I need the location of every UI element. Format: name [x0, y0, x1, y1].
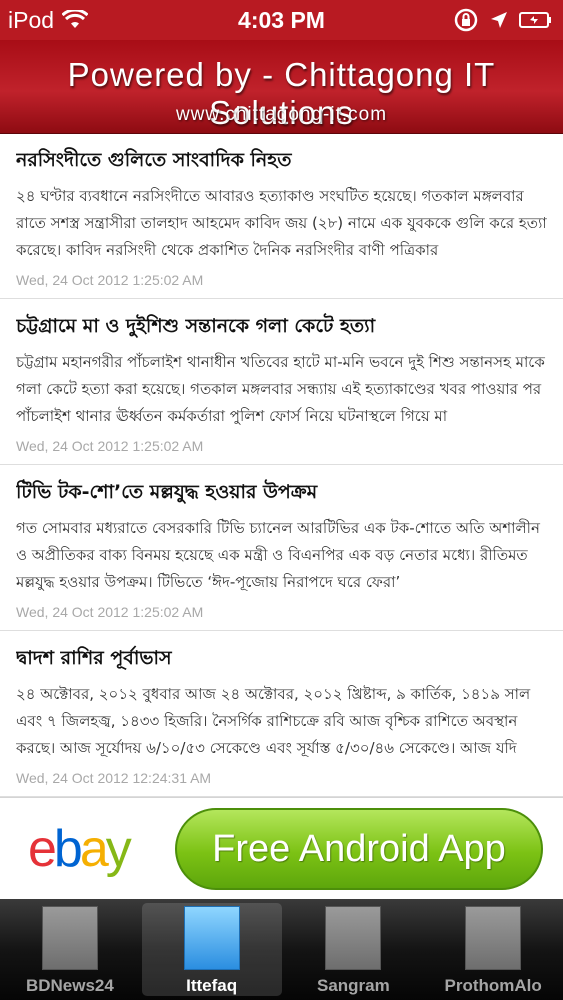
- ebay-letter-y: y: [105, 820, 132, 878]
- tab-sangram[interactable]: Sangram: [284, 899, 424, 1000]
- news-date: Wed, 24 Oct 2012 1:25:02 AM: [16, 604, 204, 620]
- tab-label: BDNews24: [25, 976, 114, 995]
- prothomalo-tab-icon: [465, 906, 522, 970]
- tab-bar: BDNews24 Ittefaq Sangram ProthomAlo: [0, 899, 563, 1000]
- tab-label: Ittefaq: [186, 976, 238, 995]
- ebay-letter-e: e: [28, 820, 57, 878]
- news-summary: ২৪ ঘণ্টার ব্যবধানে নরসিংদীতে আবারও হত্যা…: [16, 187, 547, 259]
- news-list: নরসিংদীতে গুলিতে সাংবাদিক নিহত ২৪ ঘণ্টার…: [0, 133, 563, 797]
- news-date: Wed, 24 Oct 2012 12:24:31 AM: [16, 770, 212, 786]
- ebay-letter-a: a: [79, 820, 109, 878]
- news-item[interactable]: চট্টগ্রামে মা ও দুইশিশু সন্তানকে গলা কেট…: [0, 299, 563, 465]
- tab-bdnews24[interactable]: BDNews24: [0, 899, 140, 1000]
- ad-banner[interactable]: ebay Free Android App: [0, 797, 563, 900]
- header-banner: Powered by - Chittagong IT Solutions www…: [0, 40, 563, 134]
- news-summary: গত সোমবার মধ্যরাতে বেসরকারি টিভি চ্যানেল…: [16, 519, 540, 591]
- ebay-letter-b: b: [53, 820, 83, 878]
- news-title: দ্বাদশ রাশির পূর্বাভাস: [16, 647, 172, 669]
- tab-ittefaq[interactable]: Ittefaq: [141, 903, 282, 996]
- news-title: নরসিংদীতে গুলিতে সাংবাদিক নিহত: [16, 149, 292, 171]
- status-time: 4:03 PM: [238, 6, 325, 33]
- news-date: Wed, 24 Oct 2012 1:25:02 AM: [16, 272, 204, 288]
- tab-label: ProthomAlo: [444, 976, 542, 995]
- tab-prothomalo[interactable]: ProthomAlo: [423, 899, 563, 1000]
- tab-label: Sangram: [317, 976, 390, 995]
- news-summary: ২৪ অক্টোবর, ২০১২ বুধবার আজ ২৪ অক্টোবর, ২…: [16, 685, 531, 757]
- free-android-app-button[interactable]: Free Android App: [175, 808, 543, 890]
- news-item[interactable]: টিভি টক-শো’তে মল্লযুদ্ধ হওয়ার উপক্রম গত…: [0, 465, 563, 631]
- news-item[interactable]: নরসিংদীতে গুলিতে সাংবাদিক নিহত ২৪ ঘণ্টার…: [0, 133, 563, 299]
- banner-url[interactable]: www.chittagong-it.com: [0, 104, 563, 126]
- bdnews24-tab-icon: [41, 906, 98, 970]
- news-date: Wed, 24 Oct 2012 1:25:02 AM: [16, 438, 204, 454]
- news-summary: চট্টগ্রাম মহানগরীর পাঁচলাইশ থানাধীন খতিব…: [16, 353, 545, 425]
- news-item[interactable]: দ্বাদশ রাশির পূর্বাভাস ২৪ অক্টোবর, ২০১২ …: [0, 631, 563, 797]
- ittefaq-tab-icon: [183, 906, 240, 970]
- status-bar: iPod 4:03 PM: [0, 0, 563, 40]
- ebay-logo: ebay: [28, 820, 132, 878]
- sangram-tab-icon: [325, 906, 382, 970]
- news-title: টিভি টক-শো’তে মল্লযুদ্ধ হওয়ার উপক্রম: [16, 481, 318, 503]
- news-title: চট্টগ্রামে মা ও দুইশিশু সন্তানকে গলা কেট…: [16, 315, 376, 337]
